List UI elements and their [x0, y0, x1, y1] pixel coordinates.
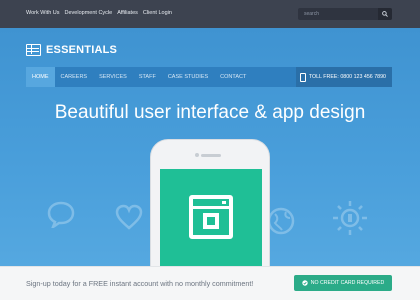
search-box: [298, 8, 392, 20]
search-button[interactable]: [378, 8, 392, 20]
check-icon: [302, 280, 308, 286]
top-link-affiliates[interactable]: Affiliates: [117, 10, 138, 16]
phone-camera: [195, 153, 199, 157]
chat-icon: [47, 201, 75, 228]
search-icon: [382, 11, 388, 17]
phone-screen: [160, 169, 262, 266]
top-link-work-with-us[interactable]: Work With Us: [26, 10, 60, 16]
nav-item-staff[interactable]: STAFF: [133, 67, 162, 87]
logo-icon: [26, 44, 41, 56]
phone-mockup: [150, 139, 270, 266]
hero-section: ESSENTIALS HOME CAREERS SERVICES STAFF C…: [0, 28, 420, 266]
phone-icon: [299, 72, 306, 82]
nav-item-home[interactable]: HOME: [26, 67, 55, 87]
nav-item-case-studies[interactable]: CASE STUDIES: [162, 67, 214, 87]
top-link-client-login[interactable]: Client Login: [143, 10, 172, 16]
nav-item-services[interactable]: SERVICES: [93, 67, 133, 87]
toll-free-text: TOLL FREE: 0800 123 456 7890: [308, 74, 386, 80]
search-input[interactable]: [298, 8, 378, 20]
brand-logo[interactable]: ESSENTIALS: [26, 44, 117, 56]
top-utility-bar: Work With Us Development Cycle Affiliate…: [0, 0, 420, 28]
nav-item-careers[interactable]: CAREERS: [55, 67, 94, 87]
camera-icon: [189, 195, 233, 239]
hero-headline: Beautiful user interface & app design: [54, 102, 366, 123]
heart-icon: [115, 204, 143, 230]
phone-speaker: [201, 154, 221, 157]
top-links: Work With Us Development Cycle Affiliate…: [26, 10, 172, 16]
lightbulb-icon: [333, 201, 367, 235]
brand-name: ESSENTIALS: [46, 44, 118, 56]
nav-item-contact[interactable]: CONTACT: [214, 67, 252, 87]
signup-band: Sign-up today for a FREE instant account…: [0, 266, 420, 300]
toll-free-number: TOLL FREE: 0800 123 456 7890: [295, 67, 392, 87]
no-credit-card-button[interactable]: NO CREDIT CARD REQUIRED: [294, 275, 392, 291]
cta-label: NO CREDIT CARD REQUIRED: [310, 280, 385, 286]
signup-text: Sign-up today for a FREE instant account…: [26, 279, 254, 288]
globe-icon: [267, 207, 295, 235]
top-link-development-cycle[interactable]: Development Cycle: [65, 10, 113, 16]
main-nav: HOME CAREERS SERVICES STAFF CASE STUDIES…: [26, 67, 392, 87]
